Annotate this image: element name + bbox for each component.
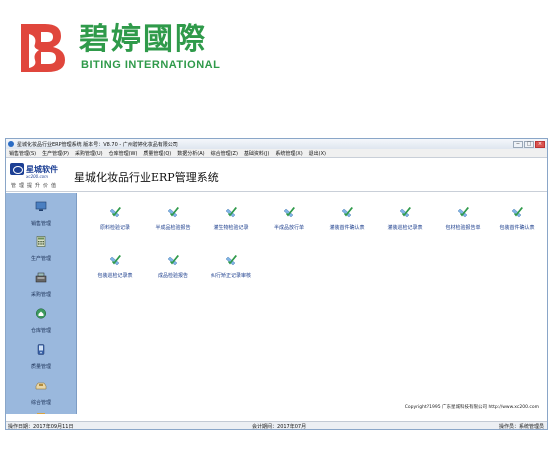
doc-label: 成品检验报告	[157, 273, 188, 279]
menu-warehouse[interactable]: 仓库管理(W)	[109, 150, 138, 157]
menu-analysis[interactable]: 数据分析(A)	[177, 150, 204, 157]
status-operator-label: 操作员：	[498, 424, 519, 430]
erp-window: 星城化妆品行业ERP管理系统 版本号：V8.70 - 广州碧婷化妆品有限公司 −…	[5, 138, 548, 430]
logo-url: xc200.com	[26, 174, 49, 179]
app-banner: 星城软件 xc200.com 管理提升价值 星城化妆品行业ERP管理系统	[6, 158, 547, 192]
document-area: 原料检验记录 半成品检验报告 灌生物检验记录 半成品放行单 灌装首件确认表 灌装…	[77, 193, 547, 414]
doc-label: 半成品放行单	[273, 225, 304, 231]
checked-document-icon	[167, 207, 179, 218]
status-date: 操作日期：2017年09月11日	[8, 423, 73, 430]
menu-system[interactable]: 系统管理(X)	[275, 150, 302, 157]
checked-document-icon	[399, 207, 411, 218]
copyright-text: Copyright?1995 广东星城科技有限公司 http://www.xc2…	[404, 405, 539, 410]
checked-document-icon	[341, 207, 353, 218]
menu-bar: 销售管理(S) 生产管理(P) 采购管理(U) 仓库管理(W) 质量管理(Q) …	[6, 149, 547, 158]
biting-logo-icon	[21, 24, 65, 72]
brand-name-cn: 碧婷國際	[79, 22, 207, 57]
brand-text: 碧婷國際 BITING INTERNATIONAL	[79, 22, 220, 72]
doc-filling-first-piece[interactable]: 灌装首件确认表	[321, 203, 373, 231]
sidebar-item-sales[interactable]: 销售管理	[6, 197, 76, 227]
menu-quality[interactable]: 质量管理(Q)	[143, 150, 171, 157]
title-bar: 星城化妆品行业ERP管理系统 版本号：V8.70 - 广州碧婷化妆品有限公司 −…	[6, 139, 547, 149]
doc-semi-product-report[interactable]: 半成品检验报告	[147, 203, 199, 231]
app-icon	[8, 141, 14, 147]
sidebar-item-purchase[interactable]: 采购管理	[6, 268, 76, 298]
status-date-value: 2017年09月11日	[33, 424, 74, 430]
doc-semi-product-release[interactable]: 半成品放行单	[263, 203, 315, 231]
status-period: 会计期间：2017年07月	[252, 423, 306, 430]
sidebar-item-label: 综合管理	[30, 400, 51, 406]
checked-document-icon	[283, 207, 295, 218]
status-bar: 操作日期：2017年09月11日 会计期间：2017年07月 操作员：系统管理员	[6, 421, 547, 430]
checked-document-icon	[109, 207, 121, 218]
app-title: 星城化妆品行业ERP管理系统	[74, 171, 219, 184]
sidebar-item-production[interactable]: 生产管理	[6, 232, 76, 262]
doc-label: 纠行矫正记录审核	[210, 273, 251, 279]
tray-icon	[35, 382, 47, 390]
doc-label: 包装巡检记录表	[97, 273, 133, 279]
menu-production[interactable]: 生产管理(P)	[42, 150, 69, 157]
doc-label: 包材检验报告单	[445, 225, 481, 231]
doc-microbe-inspection[interactable]: 灌生物检验记录	[205, 203, 257, 231]
status-operator: 操作员：系统管理员	[499, 423, 544, 430]
brand-header: 碧婷國際 BITING INTERNATIONAL	[15, 18, 220, 76]
menu-sales[interactable]: 销售管理(S)	[9, 150, 36, 157]
doc-label: 原料检验记录	[99, 225, 130, 231]
checked-document-icon	[109, 255, 121, 266]
phone-icon	[37, 344, 45, 355]
doc-material-inspection[interactable]: 原料检验记录	[89, 203, 141, 231]
doc-finished-product-report[interactable]: 成品检验报告	[147, 251, 199, 279]
page: 碧婷國際 BITING INTERNATIONAL 星城化妆品行业ERP管理系统…	[0, 0, 555, 455]
folder-icon	[37, 413, 45, 414]
doc-filling-patrol[interactable]: 灌装巡检记录表	[379, 203, 431, 231]
sidebar-item-label: 生产管理	[30, 256, 51, 262]
menu-purchase[interactable]: 采购管理(U)	[75, 150, 103, 157]
sidebar-item-label: 销售管理	[30, 221, 51, 227]
logo-slogan: 管理提升价值	[11, 183, 60, 189]
calculator-icon	[36, 236, 46, 247]
menu-exit[interactable]: 退出(X)	[309, 150, 326, 157]
close-button[interactable]: ×	[535, 140, 545, 148]
xingcheng-logo-icon	[10, 163, 24, 175]
checked-document-icon	[225, 255, 237, 266]
doc-packing-first-piece[interactable]: 包装首件确认表	[491, 203, 543, 231]
status-period-value: 2017年07月	[277, 424, 307, 430]
minimize-button[interactable]: −	[513, 140, 523, 148]
checked-document-icon	[511, 207, 523, 218]
sidebar-item-label: 采购管理	[30, 292, 51, 298]
doc-packaging-report[interactable]: 包材检验报告单	[437, 203, 489, 231]
checked-document-icon	[225, 207, 237, 218]
status-operator-value: 系统管理员	[518, 424, 544, 430]
sidebar-item-general[interactable]: 综合管理	[6, 376, 76, 406]
doc-label: 灌装首件确认表	[329, 225, 365, 231]
menu-basic-data[interactable]: 基础资料(J)	[244, 150, 269, 157]
doc-label: 灌装巡检记录表	[387, 225, 423, 231]
doc-label: 包装首件确认表	[499, 225, 535, 231]
status-period-label: 会计期间：	[252, 424, 278, 430]
sidebar: 销售管理 生产管理 采购管理 仓库管理 质量管理 综合管理	[6, 193, 77, 414]
doc-correction-review[interactable]: 纠行矫正记录审核	[205, 251, 257, 279]
content-area: 销售管理 生产管理 采购管理 仓库管理 质量管理 综合管理 原料检验记录 半成品…	[6, 193, 547, 414]
xingcheng-logo: 星城软件 xc200.com 管理提升价值	[10, 163, 72, 189]
status-date-label: 操作日期：	[8, 424, 34, 430]
brand-name-en: BITING INTERNATIONAL	[81, 59, 221, 71]
doc-packing-patrol[interactable]: 包装巡检记录表	[89, 251, 141, 279]
sidebar-item-label: 质量管理	[30, 364, 51, 370]
sidebar-item-warehouse[interactable]: 仓库管理	[6, 304, 76, 334]
doc-label: 半成品检验报告	[155, 225, 191, 231]
window-title: 星城化妆品行业ERP管理系统 版本号：V8.70 - 广州碧婷化妆品有限公司	[17, 141, 178, 148]
sidebar-item-label: 仓库管理	[30, 328, 51, 334]
checked-document-icon	[167, 255, 179, 266]
menu-general[interactable]: 综合管理(Z)	[211, 150, 238, 157]
maximize-button[interactable]: □	[524, 140, 534, 148]
warehouse-icon	[35, 308, 47, 319]
sidebar-item-quality[interactable]: 质量管理	[6, 340, 76, 370]
logo-name: 星城软件	[26, 164, 58, 174]
cashier-icon	[35, 272, 47, 283]
sidebar-item-partial[interactable]	[6, 408, 76, 414]
checked-document-icon	[457, 207, 469, 218]
window-controls: − □ ×	[513, 140, 545, 148]
doc-label: 灌生物检验记录	[213, 225, 249, 231]
monitor-icon	[35, 201, 47, 211]
